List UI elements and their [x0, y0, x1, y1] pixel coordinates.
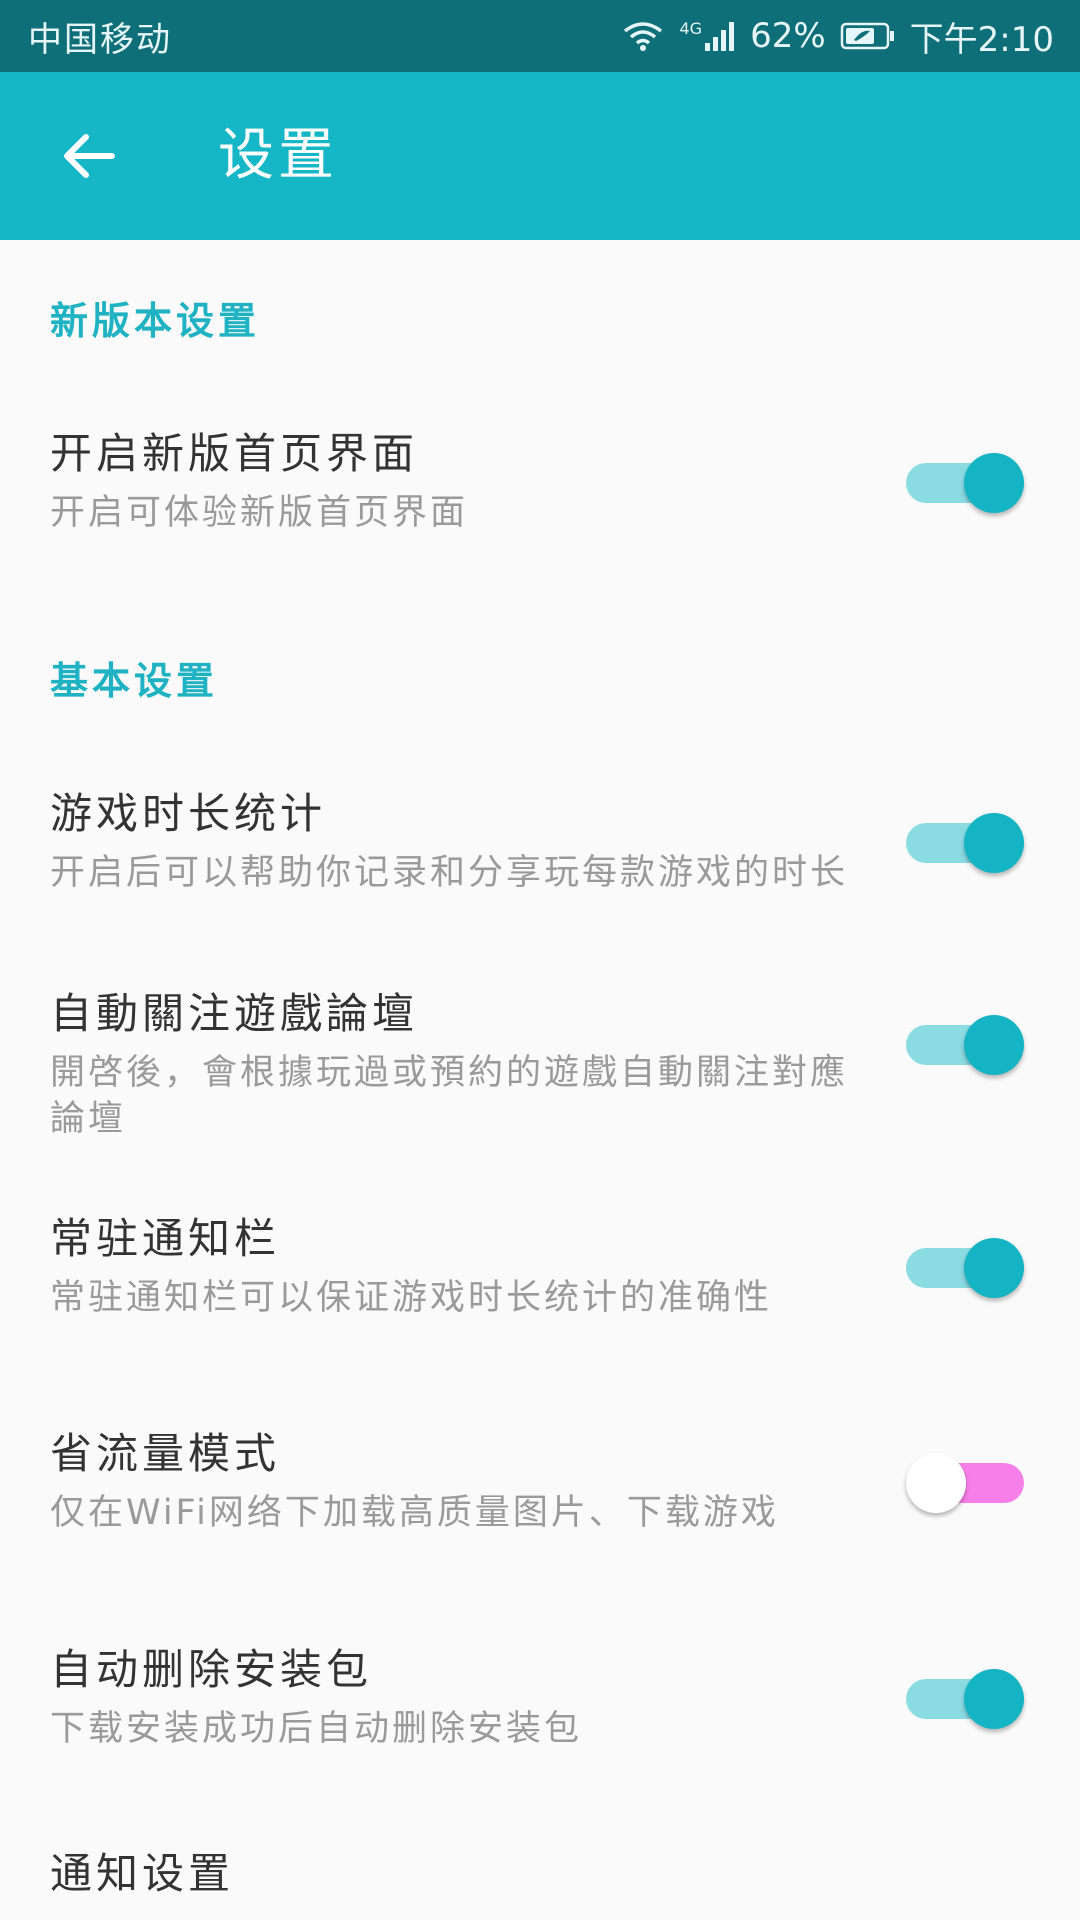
- arrow-left-icon: [64, 134, 115, 178]
- toggle-data-saver[interactable]: [906, 1450, 1026, 1516]
- setting-new-home[interactable]: 开启新版首页界面 开启可体验新版首页界面: [0, 420, 1080, 600]
- carrier-name: 中国移动: [28, 19, 172, 60]
- toggle-auto-delete-apk[interactable]: [906, 1666, 1026, 1732]
- setting-auto-delete-apk[interactable]: 自动删除安装包 下载安装成功后自动删除安装包: [0, 1636, 1080, 1796]
- status-bar: 中国移动 4G 62% 下午2:10: [0, 0, 1080, 72]
- toggle-game-time[interactable]: [906, 810, 1026, 876]
- back-button[interactable]: [48, 116, 128, 196]
- section-header-new-version: 新版本设置: [50, 299, 261, 343]
- setting-desc: 開啓後，會根據玩過或預約的遊戲自動關注對應論壇: [50, 1053, 849, 1139]
- setting-title: 常驻通知栏: [50, 1214, 281, 1263]
- setting-title: 自动删除安装包: [50, 1645, 373, 1694]
- setting-data-saver[interactable]: 省流量模式 仅在WiFi网络下加载高质量图片、下载游戏: [0, 1420, 1080, 1580]
- status-icons: 4G 62% 下午2:10: [621, 12, 1054, 61]
- switch-thumb: [964, 453, 1024, 513]
- setting-title: 开启新版首页界面: [50, 429, 419, 478]
- setting-desc: 开启后可以帮助你记录和分享玩每款游戏的时长: [50, 853, 849, 893]
- setting-desc: 仅在WiFi网络下加载高质量图片、下载游戏: [50, 1493, 779, 1533]
- switch-thumb: [964, 1238, 1024, 1298]
- page-title: 设置: [218, 123, 338, 188]
- signal-icon: 4G: [679, 19, 736, 53]
- section-header-notification[interactable]: 通知设置: [50, 1840, 234, 1901]
- network-type: 4G: [679, 19, 703, 38]
- battery-percent: 62%: [750, 16, 826, 56]
- setting-desc: 开启可体验新版首页界面: [50, 493, 469, 533]
- switch-thumb: [906, 1453, 966, 1513]
- setting-desc: 常驻通知栏可以保证游戏时长统计的准确性: [50, 1278, 773, 1318]
- app-bar: 设置: [0, 72, 1080, 240]
- setting-persistent-notification[interactable]: 常驻通知栏 常驻通知栏可以保证游戏时长统计的准确性: [0, 1205, 1080, 1365]
- wifi-icon: [621, 19, 665, 53]
- setting-title: 游戏时长统计: [50, 789, 327, 838]
- toggle-auto-follow-forum[interactable]: [906, 1012, 1026, 1078]
- settings-list: 新版本设置 开启新版首页界面 开启可体验新版首页界面 基本设置 游戏时长统计 开…: [0, 240, 1080, 1920]
- setting-title: 省流量模式: [50, 1429, 281, 1478]
- setting-auto-follow-forum[interactable]: 自動關注遊戲論壇 開啓後，會根據玩過或預約的遊戲自動關注對應論壇: [0, 980, 1080, 1180]
- toggle-new-home[interactable]: [906, 450, 1026, 516]
- section-header-basic: 基本设置: [50, 659, 219, 703]
- battery-icon: [840, 21, 896, 51]
- switch-thumb: [964, 813, 1024, 873]
- setting-game-time[interactable]: 游戏时长统计 开启后可以帮助你记录和分享玩每款游戏的时长: [0, 780, 1080, 940]
- switch-thumb: [964, 1669, 1024, 1729]
- setting-title: 自動關注遊戲論壇: [50, 989, 419, 1038]
- setting-desc: 下载安装成功后自动删除安装包: [50, 1709, 583, 1749]
- status-time: 下午2:10: [909, 19, 1054, 60]
- toggle-persistent-notification[interactable]: [906, 1235, 1026, 1301]
- switch-thumb: [964, 1015, 1024, 1075]
